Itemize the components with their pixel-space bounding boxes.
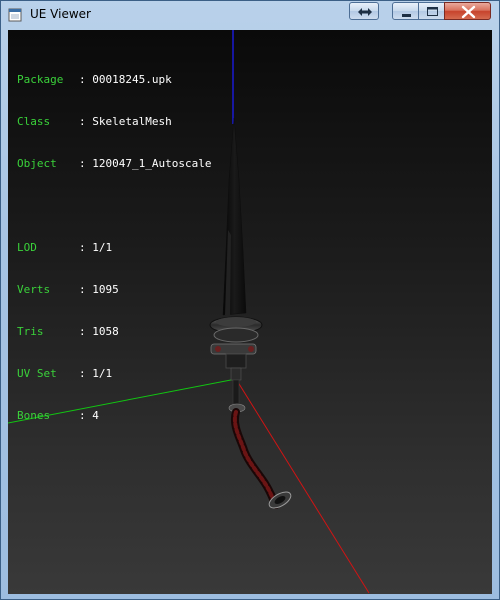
info-value: 1/1: [92, 367, 113, 380]
info-value: 1/1: [92, 241, 113, 254]
info-row-uvset: UV Set : 1/1: [17, 367, 211, 381]
info-separator: :: [79, 409, 93, 422]
app-icon: [8, 8, 22, 22]
info-label: Verts: [17, 283, 64, 296]
info-value: 120047_1_Autoscale: [92, 157, 212, 170]
info-label: Object: [17, 157, 64, 170]
info-label: Bones: [17, 409, 64, 422]
info-row-object: Object : 120047_1_Autoscale: [17, 157, 211, 171]
info-value: 4: [92, 409, 99, 422]
info-separator: :: [79, 241, 93, 254]
info-value: SkeletalMesh: [92, 115, 172, 128]
restore-button[interactable]: [349, 2, 379, 20]
maximize-icon: [427, 7, 438, 16]
info-separator: :: [79, 325, 93, 338]
info-value: 1058: [92, 325, 119, 338]
info-label: LOD: [17, 241, 64, 254]
info-value: 1095: [92, 283, 119, 296]
app-window: UE Viewer Package: 00018245.upk Class:…: [0, 0, 500, 600]
minimize-icon: [402, 14, 411, 17]
info-row-lod: LOD : 1/1: [17, 241, 211, 255]
info-label: Class: [17, 115, 64, 128]
x-axis-line: [235, 378, 370, 594]
info-separator: :: [79, 157, 93, 170]
info-row-package: Package: 00018245.upk: [17, 73, 211, 87]
3d-viewport[interactable]: Package: 00018245.upk Class : SkeletalMe…: [8, 30, 492, 594]
mesh-model: [209, 117, 292, 509]
info-label: UV Set: [17, 367, 64, 380]
info-separator: :: [79, 115, 93, 128]
info-separator: :: [79, 73, 93, 86]
close-icon: [461, 5, 476, 19]
mesh-info-overlay: Package: 00018245.upk Class : SkeletalMe…: [17, 45, 211, 451]
info-spacer: [17, 199, 211, 213]
maximize-button[interactable]: [418, 2, 445, 20]
close-button[interactable]: [444, 2, 491, 20]
info-label: Tris: [17, 325, 64, 338]
title-bar[interactable]: UE Viewer: [1, 1, 499, 30]
minimize-button[interactable]: [392, 2, 419, 20]
info-row-bones: Bones : 4: [17, 409, 211, 423]
info-value: 00018245.upk: [92, 73, 172, 86]
info-separator: :: [79, 283, 93, 296]
info-label: Package: [17, 73, 64, 86]
info-row-class: Class : SkeletalMesh: [17, 115, 211, 129]
info-row-tris: Tris : 1058: [17, 325, 211, 339]
info-separator: :: [79, 367, 93, 380]
double-arrow-icon: [358, 8, 372, 16]
info-row-verts: Verts : 1095: [17, 283, 211, 297]
window-title: UE Viewer: [30, 7, 91, 21]
